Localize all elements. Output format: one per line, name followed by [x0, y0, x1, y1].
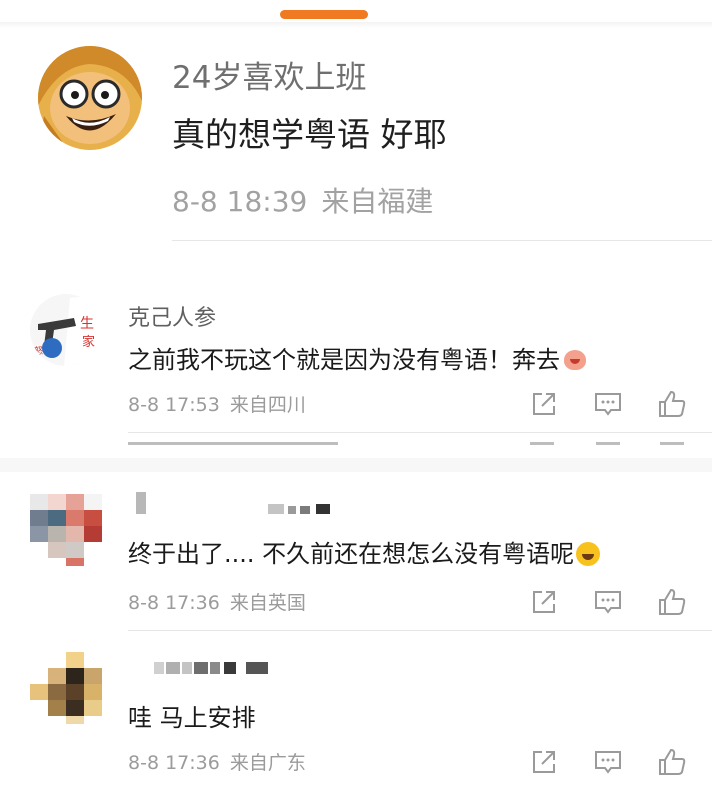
comment-text: 之前我不玩这个就是因为没有粤语！奔去: [128, 340, 586, 375]
like-button[interactable]: [654, 744, 690, 780]
comment-button[interactable]: [590, 386, 626, 422]
main-post-date: 8-8 18:39: [172, 185, 308, 218]
share-button[interactable]: [526, 744, 562, 780]
sheet-top-edge: [0, 22, 712, 28]
blurred-username[interactable]: [128, 492, 338, 522]
comment-sheet: 24岁喜欢上班 真的想学粤语 好耶 8-8 18:39 来自福建 生 家 怒 克己…: [0, 0, 712, 799]
comment-actions: [520, 584, 690, 620]
comment-actions: [520, 744, 690, 780]
thumbs-up-icon: [659, 748, 686, 775]
like-button[interactable]: [654, 584, 690, 620]
main-post-avatar[interactable]: [38, 46, 142, 150]
comment-text: 哇 马上安排: [128, 704, 256, 732]
pixelated-avatar-icon: [30, 494, 102, 566]
blurred-username[interactable]: [128, 658, 288, 682]
svg-text:怒: 怒: [34, 345, 43, 357]
main-post-username[interactable]: 24岁喜欢上班: [172, 52, 366, 97]
main-post-divider: [172, 240, 712, 241]
sheet-drag-handle[interactable]: [280, 10, 368, 19]
comment-location: 来自广东: [229, 752, 306, 774]
share-icon: [533, 751, 555, 773]
comment-button[interactable]: [590, 744, 626, 780]
thumbs-up-icon: [659, 588, 686, 615]
comment-location: 来自四川: [229, 394, 306, 416]
main-post-meta: 8-8 18:39 来自福建: [172, 180, 433, 220]
comment-text-content: 终于出了.... 不久前还在想怎么没有粤语呢: [128, 540, 575, 568]
like-button[interactable]: [654, 386, 690, 422]
laughing-tears-emoji-icon: [576, 542, 601, 566]
pink-creature-emoji-icon: [564, 350, 586, 370]
svg-text:家: 家: [82, 334, 95, 350]
section-gap: [0, 458, 712, 472]
main-post-location: 来自福建: [321, 185, 434, 218]
thumbs-up-icon: [659, 390, 686, 417]
comment-meta: 8-8 17:53 来自四川: [128, 390, 306, 417]
comment-icon: [595, 393, 621, 416]
comment-divider: [128, 630, 712, 631]
main-post-text: 真的想学粤语 好耶: [172, 115, 447, 154]
share-button[interactable]: [526, 584, 562, 620]
comment-icon: [595, 751, 621, 774]
pixelated-avatar-icon: [30, 652, 102, 724]
gun-sticker-avatar-icon: 生 家 怒: [30, 294, 102, 366]
comment-date: 8-8 17:53: [128, 394, 220, 416]
comment-text-content: 之前我不玩这个就是因为没有粤语！奔去: [128, 346, 560, 374]
comment-avatar[interactable]: [30, 494, 102, 566]
partial-row-artifact: [128, 434, 708, 456]
comment-icon: [595, 591, 621, 614]
comment-avatar[interactable]: [30, 652, 102, 724]
comment-username[interactable]: 克己人参: [128, 300, 216, 332]
comment-button[interactable]: [590, 584, 626, 620]
comment-meta: 8-8 17:36 来自广东: [128, 748, 306, 775]
share-button[interactable]: [526, 386, 562, 422]
comment-actions: [520, 386, 690, 422]
share-icon: [533, 591, 555, 613]
share-icon: [533, 393, 555, 415]
comment-meta: 8-8 17:36 来自英国: [128, 588, 306, 615]
svg-text:生: 生: [80, 316, 94, 332]
comment-date: 8-8 17:36: [128, 592, 220, 614]
cartoon-face-avatar-icon: [38, 46, 142, 150]
comment-divider: [128, 432, 712, 433]
comment-location: 来自英国: [229, 592, 306, 614]
comment-avatar[interactable]: 生 家 怒: [30, 294, 102, 366]
comment-text: 终于出了.... 不久前还在想怎么没有粤语呢: [128, 534, 601, 569]
comment-date: 8-8 17:36: [128, 752, 220, 774]
